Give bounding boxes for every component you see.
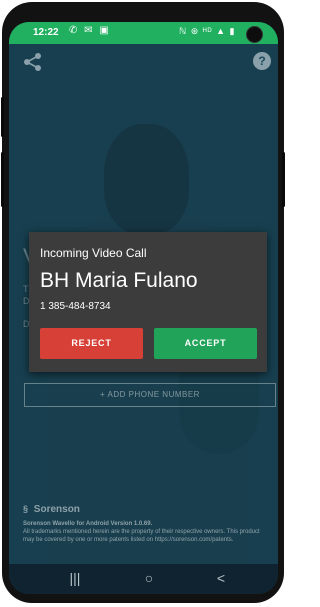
status-time: 12:22 [33, 27, 59, 38]
add-phone-number-button[interactable]: + ADD PHONE NUMBER [24, 383, 276, 407]
back-icon[interactable]: < [211, 570, 231, 586]
share-icon[interactable] [23, 52, 43, 72]
side-button [1, 152, 4, 207]
sorenson-mark-icon: § [23, 504, 29, 514]
accept-button[interactable]: ACCEPT [154, 328, 257, 359]
caller-number: 1 385-484-8734 [40, 301, 111, 312]
recents-icon[interactable]: ||| [65, 570, 85, 586]
status-bar: 12:22 ✆ ✉ ▣ ℕ ⊛ ᴴᴰ ▲ ▮ [9, 22, 278, 44]
footer: § Sorenson Sorenson Wavello for Android … [23, 504, 268, 544]
brand-name: Sorenson [33, 504, 80, 515]
background-text-fragment: T [23, 284, 29, 294]
version-text: Sorenson Wavello for Android Version 1.0… [23, 521, 153, 527]
home-icon[interactable]: ○ [139, 570, 159, 586]
sorenson-logo: § Sorenson [23, 504, 268, 515]
dialog-title: Incoming Video Call [40, 246, 147, 260]
incoming-call-dialog: Incoming Video Call BH Maria Fulano 1 38… [29, 232, 267, 372]
legal-text: All trademarks mentioned herein are the … [23, 529, 260, 543]
screen: 12:22 ✆ ✉ ▣ ℕ ⊛ ᴴᴰ ▲ ▮ ? V T D D + ADD P… [9, 22, 278, 594]
side-button [282, 152, 285, 207]
navigation-bar: ||| ○ < [9, 564, 278, 594]
help-icon[interactable]: ? [253, 52, 271, 70]
system-status-icons: ℕ ⊛ ᴴᴰ ▲ ▮ [179, 26, 236, 36]
caller-name: BH Maria Fulano [40, 269, 198, 292]
side-button [1, 97, 4, 137]
front-camera [246, 26, 263, 43]
notification-icons: ✆ ✉ ▣ [69, 25, 111, 36]
reject-button[interactable]: REJECT [40, 328, 143, 359]
